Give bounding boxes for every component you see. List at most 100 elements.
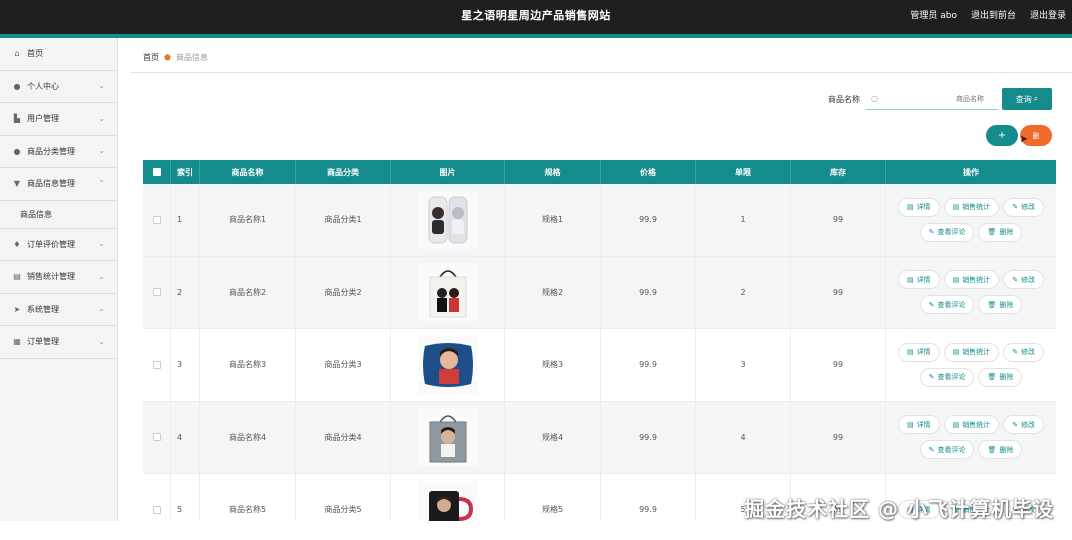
delete-label: 删除 bbox=[999, 445, 1014, 454]
cell-limit: 1 bbox=[696, 184, 791, 256]
cell-limit: 2 bbox=[696, 256, 791, 328]
sales-stats-label: 销售统计 bbox=[962, 203, 991, 212]
sales-stats-label: 销售统计 bbox=[962, 348, 991, 357]
trash-icon: 🗑 bbox=[987, 300, 997, 309]
user-icon: ● bbox=[13, 146, 21, 156]
sidebar-item-home[interactable]: ⌂ 首页 bbox=[0, 38, 117, 71]
edit-label: 修改 bbox=[1021, 420, 1036, 429]
column-header-limit: 单限 bbox=[696, 160, 791, 184]
table-row: 2 商品名称2 商品分类2 规格2 99.9 2 99 ▤ 详情 ▤ 销售统计 … bbox=[143, 256, 1056, 329]
sales-stats-button[interactable]: ▤ 销售统计 bbox=[943, 415, 1000, 435]
sidebar-item-label: 订单评价管理 bbox=[27, 239, 75, 249]
bottom-strip bbox=[0, 521, 1072, 540]
cell-image bbox=[391, 256, 505, 328]
app-root: 星之语明星周边产品销售网站 管理员 abo 退出到前台 退出登录 ⌂ 首页 ● … bbox=[0, 0, 1072, 540]
search-field: ○ bbox=[866, 88, 998, 110]
cell-spec: 规格2 bbox=[505, 256, 601, 328]
detail-button[interactable]: ▤ 详情 bbox=[897, 270, 940, 290]
sales-stats-label: 销售统计 bbox=[962, 420, 991, 429]
cell-category: 商品分类1 bbox=[296, 184, 391, 256]
sidebar-item-personal-center[interactable]: ● 个人中心 ⌄ bbox=[0, 71, 117, 103]
document-icon: ▤ bbox=[906, 275, 914, 284]
cell-spec: 规格3 bbox=[505, 329, 601, 401]
search-input[interactable] bbox=[866, 88, 998, 109]
delete-button[interactable]: 🗑 删除 bbox=[978, 440, 1023, 460]
back-to-front-link[interactable]: 退出到前台 bbox=[971, 0, 1016, 34]
row-checkbox[interactable] bbox=[152, 288, 161, 297]
edit-button[interactable]: ✎ 修改 bbox=[1003, 342, 1045, 362]
edit-label: 修改 bbox=[1021, 275, 1036, 284]
table-row: 3 商品名称3 商品分类3 规格3 99.9 3 99 ▤ 详情 ▤ 销售统计 … bbox=[143, 329, 1056, 402]
cell-stock: 99 bbox=[791, 184, 886, 256]
sidebar-item-sales-stats[interactable]: ▤ 销售统计管理 ⌄ bbox=[0, 261, 117, 294]
row-checkbox[interactable] bbox=[152, 505, 161, 514]
cell-spec: 规格1 bbox=[505, 184, 601, 256]
sidebar-item-review-management[interactable]: ♦ 订单评价管理 ⌄ bbox=[0, 229, 117, 261]
sales-stats-button[interactable]: ▤ 销售统计 bbox=[943, 342, 1000, 362]
chevron-up-icon: ⌃ bbox=[98, 178, 105, 188]
detail-button[interactable]: ▤ 详情 bbox=[897, 342, 940, 362]
detail-button-label: 详情 bbox=[916, 275, 931, 284]
sidebar-item-product-management[interactable]: ▼ 商品信息管理 ⌃ bbox=[0, 168, 117, 201]
detail-button-label: 详情 bbox=[916, 203, 931, 212]
view-reviews-button[interactable]: ✎ 查看评论 bbox=[919, 440, 975, 460]
cell-category: 商品分类2 bbox=[296, 256, 391, 328]
sidebar-item-category-management[interactable]: ● 商品分类管理 ⌄ bbox=[0, 136, 117, 168]
search-button[interactable]: 查询 ⌕ bbox=[1002, 88, 1052, 110]
logout-link[interactable]: 退出登录 bbox=[1030, 0, 1066, 34]
delete-button[interactable]: 🗑 删除 bbox=[978, 222, 1023, 242]
sales-stats-button[interactable]: ▤ 销售统计 bbox=[943, 197, 1000, 217]
add-button[interactable]: + bbox=[986, 125, 1018, 146]
search-button-label: 查询 bbox=[1015, 94, 1032, 104]
column-header-index: 索引 bbox=[171, 160, 200, 184]
sidebar-subitem-product-info[interactable]: 商品信息 bbox=[0, 200, 117, 229]
sidebar-item-label: 订单管理 bbox=[27, 337, 59, 347]
edit-button[interactable]: ✎ 修改 bbox=[1003, 197, 1045, 217]
row-checkbox[interactable] bbox=[152, 215, 161, 224]
cell-operations: ▤ 详情 ▤ 销售统计 ✎ 修改 ✎ 查看评论 🗑 删除 bbox=[886, 329, 1056, 401]
delete-label: 删除 bbox=[999, 373, 1014, 382]
detail-button-label: 详情 bbox=[916, 420, 931, 429]
ops-line: ✎ 查看评论 🗑 删除 bbox=[919, 440, 1023, 460]
cell-category: 商品分类4 bbox=[296, 401, 391, 473]
cell-limit: 4 bbox=[696, 401, 791, 473]
edit-icon: ✎ bbox=[1012, 275, 1019, 284]
search-circle-icon: ○ bbox=[871, 94, 878, 103]
select-all-checkbox[interactable] bbox=[152, 168, 161, 176]
cup-image bbox=[418, 190, 477, 249]
cell-image bbox=[391, 184, 505, 256]
document-icon: ▤ bbox=[952, 420, 960, 429]
cell-name: 商品名称1 bbox=[200, 184, 296, 256]
column-header-ops: 操作 bbox=[963, 167, 979, 177]
edit-icon: ✎ bbox=[928, 445, 935, 454]
detail-button[interactable]: ▤ 详情 bbox=[897, 415, 940, 435]
sidebar-item-label: 用户管理 bbox=[27, 114, 59, 124]
sidebar-item-user-management[interactable]: ▙ 用户管理 ⌄ bbox=[0, 103, 117, 136]
breadcrumb-home[interactable]: 首页 bbox=[143, 52, 159, 63]
edit-button[interactable]: ✎ 修改 bbox=[1003, 415, 1045, 435]
chevron-down-icon: ⌄ bbox=[98, 271, 105, 281]
search-bar: 商品名称 ○ 查询 ⌕ bbox=[828, 88, 1052, 110]
edit-button[interactable]: ✎ 修改 bbox=[1003, 270, 1045, 290]
cell-index: 1 bbox=[171, 184, 200, 256]
sidebar-item-order-management[interactable]: ▦ 订单管理 ⌄ bbox=[0, 326, 117, 359]
row-checkbox[interactable] bbox=[152, 433, 161, 442]
mic-icon: ♦ bbox=[13, 239, 21, 249]
header-links: 管理员 abo 退出到前台 退出登录 bbox=[910, 0, 1066, 34]
view-reviews-button[interactable]: ✎ 查看评论 bbox=[919, 222, 975, 242]
delete-button[interactable]: 🗑 删除 bbox=[978, 367, 1023, 387]
chevron-down-icon: ⌄ bbox=[98, 81, 105, 91]
document-icon: ▤ bbox=[906, 203, 914, 212]
view-reviews-button[interactable]: ✎ 查看评论 bbox=[919, 367, 975, 387]
ops-line: ▤ 详情 ▤ 销售统计 ✎ 修改 bbox=[897, 197, 1045, 217]
detail-button[interactable]: ▤ 详情 bbox=[897, 197, 940, 217]
cell-name: 商品名称4 bbox=[200, 401, 296, 473]
delete-button[interactable]: 🗑 删除 bbox=[978, 295, 1023, 315]
sales-stats-button[interactable]: ▤ 销售统计 bbox=[943, 270, 1000, 290]
sidebar-item-label: 销售统计管理 bbox=[27, 272, 75, 282]
row-checkbox[interactable] bbox=[152, 360, 161, 369]
sidebar-item-system-management[interactable]: ➤ 系统管理 ⌄ bbox=[0, 294, 117, 326]
sidebar-item-label: 商品信息管理 bbox=[27, 179, 75, 189]
cell-image bbox=[391, 401, 505, 473]
view-reviews-button[interactable]: ✎ 查看评论 bbox=[919, 295, 975, 315]
